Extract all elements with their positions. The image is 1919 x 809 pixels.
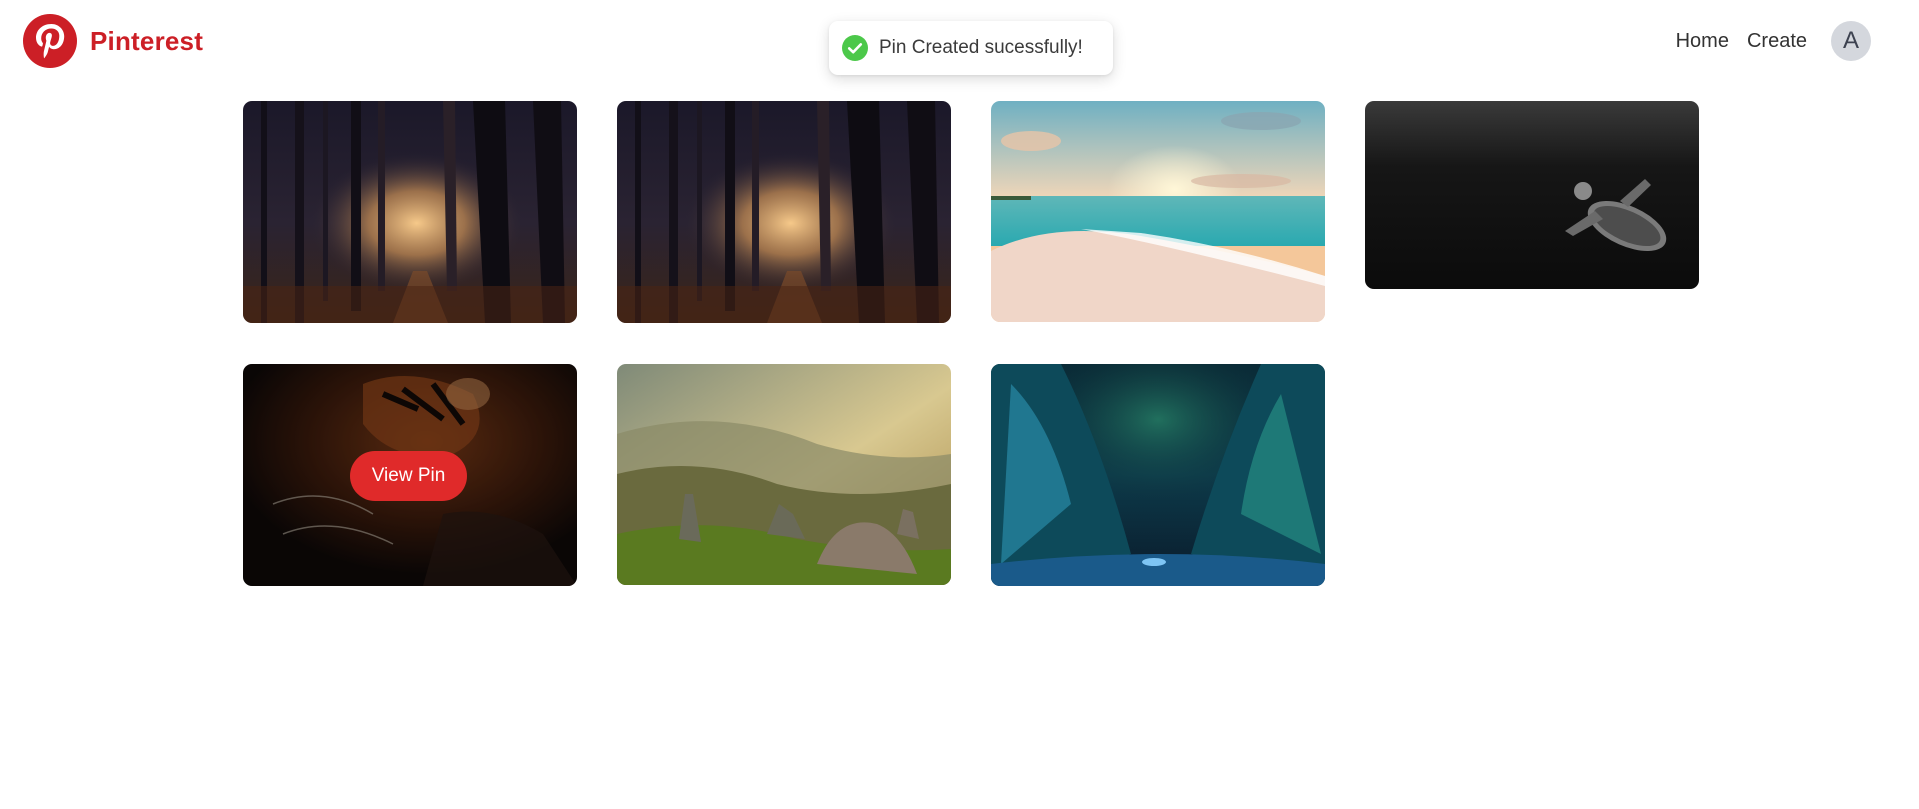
pin-image-aurora bbox=[991, 364, 1325, 586]
pin-image-mountains bbox=[617, 364, 951, 585]
view-pin-button[interactable]: View Pin bbox=[350, 451, 467, 501]
main-nav: Home Create A bbox=[1658, 21, 1871, 61]
nav-home-link[interactable]: Home bbox=[1676, 30, 1729, 53]
pin-image-turtle bbox=[1365, 101, 1699, 289]
success-toast: Pin Created sucessfully! bbox=[829, 21, 1113, 75]
pin-image-forest bbox=[617, 101, 951, 323]
nav-create-link[interactable]: Create bbox=[1747, 30, 1807, 53]
pin-card[interactable] bbox=[617, 101, 951, 323]
user-avatar[interactable]: A bbox=[1831, 21, 1871, 61]
pin-image-forest bbox=[243, 101, 577, 323]
check-circle-icon bbox=[842, 35, 868, 61]
pin-card[interactable] bbox=[991, 364, 1325, 586]
pinterest-logo-icon bbox=[23, 14, 77, 68]
toast-message: Pin Created sucessfully! bbox=[879, 37, 1083, 58]
pin-card[interactable] bbox=[991, 101, 1325, 322]
brand-link[interactable]: Pinterest bbox=[23, 14, 203, 68]
brand-name: Pinterest bbox=[90, 25, 204, 56]
pin-card[interactable] bbox=[243, 101, 577, 323]
pin-card[interactable] bbox=[1365, 101, 1699, 289]
pin-card-hovered[interactable]: View Pin bbox=[243, 364, 577, 586]
pin-image-beach bbox=[991, 101, 1325, 322]
pin-card[interactable] bbox=[617, 364, 951, 585]
